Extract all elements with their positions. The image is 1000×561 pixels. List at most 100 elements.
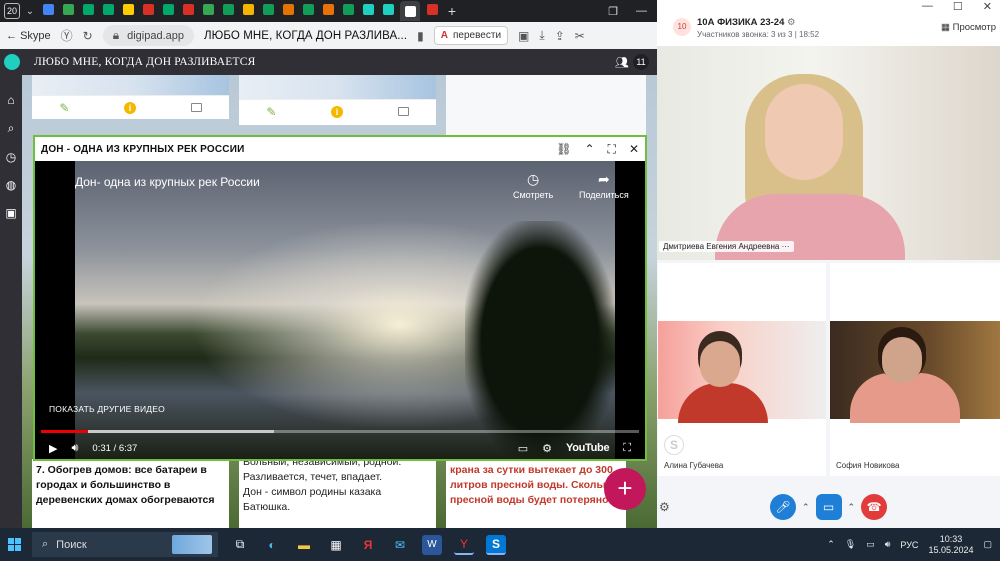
browser-tab[interactable] xyxy=(140,1,156,17)
more-icon[interactable]: ··· xyxy=(782,242,790,251)
play-icon[interactable]: ▣ xyxy=(5,206,16,220)
participant-tile-right[interactable]: София Новикова xyxy=(830,263,1000,476)
card-top-left[interactable]: ✎ i xyxy=(32,75,229,119)
close-icon[interactable]: ✕ xyxy=(629,142,639,157)
browser-tab[interactable] xyxy=(60,1,76,17)
history-icon[interactable]: ◷ xyxy=(6,150,16,164)
more-videos-button[interactable]: ПОКАЗАТЬ ДРУГИЕ ВИДЕО xyxy=(49,404,165,414)
pencil-icon[interactable]: ✎ xyxy=(266,105,276,119)
digipad-logo[interactable] xyxy=(4,54,20,70)
globe-icon[interactable]: ◍ xyxy=(6,178,16,192)
store-icon[interactable]: ▦ xyxy=(326,535,346,555)
reload-icon[interactable]: ↻ xyxy=(83,29,93,43)
mail-icon[interactable]: ✉ xyxy=(390,535,410,555)
screenshot-icon[interactable]: ✂ xyxy=(575,29,585,43)
browser-tab[interactable] xyxy=(80,1,96,17)
yandex-browser-icon[interactable]: Я xyxy=(358,535,378,555)
chevron-up-icon[interactable]: ⌃ xyxy=(584,142,594,157)
browser-tab[interactable] xyxy=(120,1,136,17)
search-box[interactable]: ⌕ Поиск xyxy=(32,532,218,557)
word-icon[interactable]: W xyxy=(422,534,442,555)
start-button[interactable] xyxy=(0,538,28,551)
participant-tile-main[interactable]: Дмитриева Евгения Андреевна ··· xyxy=(657,46,1000,260)
bookmark-icon[interactable]: ▮ xyxy=(417,29,424,43)
youtube-player[interactable]: Дон- одна из крупных рек России ◷ Смотре… xyxy=(35,161,645,459)
microphone-icon[interactable]: 🎙︎ xyxy=(845,539,856,550)
info-icon[interactable]: i xyxy=(331,105,344,118)
fullscreen-icon[interactable]: ⛶ xyxy=(608,142,616,157)
minimize-button[interactable]: — xyxy=(922,0,933,13)
yandex-icon[interactable]: Ⓨ xyxy=(61,27,73,44)
browser-tab[interactable] xyxy=(180,1,196,17)
skype-icon[interactable]: S xyxy=(486,534,506,555)
extension-icon[interactable]: ▣ xyxy=(518,29,529,43)
image-icon[interactable] xyxy=(190,103,202,112)
card-top-right[interactable] xyxy=(446,75,646,137)
card-top-mid[interactable]: ✎ i xyxy=(239,75,436,125)
fullscreen-icon[interactable]: ⛶ xyxy=(623,442,631,455)
card-bottom-left[interactable]: 7. Обогрев домов: все батареи в городах … xyxy=(32,459,229,528)
end-call-button[interactable]: ☎ xyxy=(861,494,888,520)
card-bottom-mid[interactable]: Вольный, независимый, родной. Разливаетс… xyxy=(239,451,436,528)
clock[interactable]: 10:33 15.05.2024 xyxy=(928,534,973,556)
progress-bar[interactable] xyxy=(41,430,639,433)
settings-icon[interactable]: ⚙ xyxy=(787,17,796,28)
notifications-icon[interactable]: ▢ xyxy=(983,539,992,550)
browser-tab[interactable] xyxy=(240,1,256,17)
yandex-icon[interactable]: Y xyxy=(454,535,474,555)
view-button[interactable]: ▦ Просмотр xyxy=(941,22,996,33)
search-icon[interactable]: ⌕ xyxy=(8,121,15,136)
browser-tab[interactable] xyxy=(380,1,396,17)
back-button[interactable]: ← Skype xyxy=(6,30,51,42)
url-field[interactable]: 🔒︎ digipad.app xyxy=(102,25,194,46)
tab-count-button[interactable]: 20 xyxy=(4,3,20,19)
new-tab-button[interactable]: + xyxy=(443,3,461,19)
language-indicator[interactable]: РУС xyxy=(900,540,918,550)
edge-icon[interactable]: ◐ xyxy=(262,535,282,555)
translate-button[interactable]: A перевести xyxy=(433,26,509,45)
volume-icon[interactable]: 🔊︎ xyxy=(71,442,78,455)
chevron-up-icon[interactable]: ⌃ xyxy=(802,502,810,513)
minimize-button[interactable]: — xyxy=(636,5,647,18)
close-button[interactable]: ✕ xyxy=(983,0,992,13)
home-icon[interactable]: ⌂ xyxy=(7,93,14,107)
network-icon[interactable]: ▭ xyxy=(866,539,875,550)
browser-tab[interactable] xyxy=(200,1,216,17)
chevron-up-icon[interactable]: ⌃ xyxy=(827,539,835,550)
card-bottom-right[interactable]: крана за сутки вытекает до 300 литров пр… xyxy=(446,459,626,528)
microphone-button[interactable]: 🎤︎ xyxy=(769,494,796,520)
add-button[interactable]: + xyxy=(604,468,646,510)
browser-tab[interactable] xyxy=(160,1,176,17)
link-icon[interactable]: ⛓ xyxy=(556,142,571,157)
watch-later-button[interactable]: ◷ Смотреть xyxy=(513,171,553,200)
browser-tab[interactable] xyxy=(40,1,56,17)
share-icon[interactable]: ⇪ xyxy=(555,29,565,43)
volume-icon[interactable]: 🔊︎ xyxy=(885,539,891,550)
browser-tab[interactable] xyxy=(300,1,316,17)
camera-button[interactable]: ▭ xyxy=(815,494,842,520)
downloads-icon[interactable]: ⤓ xyxy=(539,28,544,43)
chevron-down-icon[interactable]: ⌄ xyxy=(23,6,37,17)
image-icon[interactable] xyxy=(397,107,409,116)
maximize-button[interactable]: ☐ xyxy=(953,0,963,13)
info-icon[interactable]: i xyxy=(124,101,137,114)
users-button[interactable]: 👥︎ 11 xyxy=(615,54,649,70)
browser-tab[interactable] xyxy=(424,1,440,17)
chevron-up-icon[interactable]: ⌃ xyxy=(848,502,856,513)
youtube-logo[interactable]: YouTube xyxy=(566,442,610,454)
browser-tab[interactable] xyxy=(340,1,356,17)
browser-tab[interactable] xyxy=(320,1,336,17)
video-title[interactable]: Дон- одна из крупных рек России xyxy=(75,175,260,189)
browser-tab[interactable] xyxy=(260,1,276,17)
participant-tile-left[interactable]: S Алина Губачева xyxy=(658,263,826,476)
pencil-icon[interactable]: ✎ xyxy=(59,101,69,115)
browser-tab[interactable] xyxy=(100,1,116,17)
captions-icon[interactable]: ▭ xyxy=(518,442,528,455)
task-view-icon[interactable]: ⧉ xyxy=(230,535,250,555)
browser-tab[interactable] xyxy=(220,1,236,17)
play-icon[interactable]: ▶ xyxy=(49,442,57,455)
browser-tab[interactable] xyxy=(400,1,420,21)
browser-tab[interactable] xyxy=(360,1,376,17)
share-button[interactable]: ➦ Поделиться xyxy=(579,171,629,200)
settings-icon[interactable]: ⚙ xyxy=(542,442,552,455)
